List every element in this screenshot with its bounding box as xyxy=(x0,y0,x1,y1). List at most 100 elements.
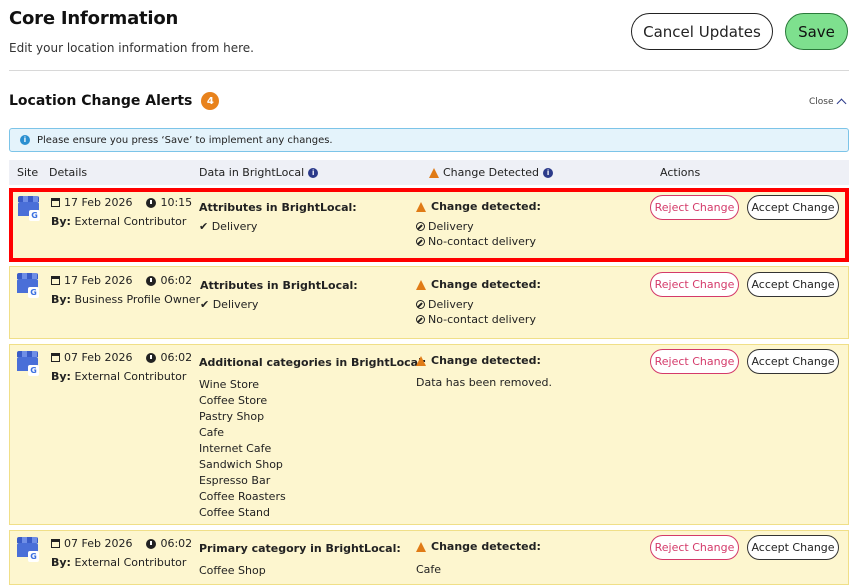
data-item: Coffee Stand xyxy=(199,506,271,519)
alerts-title: Location Change Alerts xyxy=(9,93,193,109)
row-data: Attributes in BrightLocal: ✔ Delivery xyxy=(200,279,358,313)
warning-icon xyxy=(416,355,426,366)
data-item: ✔ Delivery xyxy=(200,298,259,311)
row-data: Primary category in BrightLocal: Coffee … xyxy=(199,542,401,577)
change-heading: Change detected: xyxy=(431,200,541,213)
save-button[interactable]: Save xyxy=(785,13,848,50)
accept-change-button[interactable]: Accept Change xyxy=(747,195,839,220)
row-author: External Contributor xyxy=(74,556,187,569)
data-item: Coffee Store xyxy=(199,394,268,407)
col-change: Change Detected i xyxy=(429,166,554,179)
change-heading: Change detected: xyxy=(431,354,541,367)
row-time: 06:02 xyxy=(160,351,193,364)
row-date: 07 Feb 2026 xyxy=(64,537,133,550)
row-author: External Contributor xyxy=(74,215,187,228)
info-icon[interactable]: i xyxy=(308,167,319,178)
data-item: Internet Cafe xyxy=(199,442,272,455)
row-author: External Contributor xyxy=(74,370,187,383)
row-date: 07 Feb 2026 xyxy=(64,351,133,364)
reject-change-button[interactable]: Reject Change xyxy=(650,195,739,220)
reject-change-button[interactable]: Reject Change xyxy=(650,272,739,297)
data-heading: Additional categories in BrightLocal: xyxy=(199,356,427,369)
table-row: G 17 Feb 2026 06:02 By: Business Profile … xyxy=(9,266,849,339)
page-subtitle: Edit your location information from here… xyxy=(9,41,254,55)
row-time: 10:15 xyxy=(160,196,193,209)
info-icon[interactable]: i xyxy=(543,167,554,178)
table-row: G 07 Feb 2026 06:02 By: External Contribu… xyxy=(9,530,849,585)
info-text: Please ensure you press ‘Save’ to implem… xyxy=(37,134,333,146)
reject-change-button[interactable]: Reject Change xyxy=(650,349,739,374)
data-item: Espresso Bar xyxy=(199,474,271,487)
by-label: By: xyxy=(51,370,71,383)
data-item: Sandwich Shop xyxy=(199,458,283,471)
divider xyxy=(9,70,849,71)
row-date: 17 Feb 2026 xyxy=(64,274,133,287)
calendar-icon xyxy=(51,539,60,548)
google-business-icon: G xyxy=(17,537,39,562)
row-meta: 17 Feb 2026 10:15 By: External Contributo… xyxy=(51,196,192,228)
clock-icon xyxy=(146,538,157,549)
data-item: Wine Store xyxy=(199,378,260,391)
google-business-icon: G xyxy=(17,273,39,298)
data-item: Coffee Roasters xyxy=(199,490,286,503)
table-row: G 17 Feb 2026 10:15 By: External Contribu… xyxy=(9,188,849,262)
row-time: 06:02 xyxy=(160,537,193,550)
page-header: Core Information Edit your location info… xyxy=(9,8,254,55)
page-title: Core Information xyxy=(9,8,179,29)
info-banner: i Please ensure you press ‘Save’ to impl… xyxy=(9,128,849,152)
data-heading: Primary category in BrightLocal: xyxy=(199,542,401,555)
warning-icon xyxy=(416,279,426,290)
alerts-header: Location Change Alerts 4 xyxy=(9,92,220,110)
close-alerts-toggle[interactable]: Close xyxy=(809,96,846,109)
chevron-up-icon xyxy=(836,98,846,109)
data-item: Coffee Shop xyxy=(199,564,266,577)
warning-icon xyxy=(416,541,426,552)
blocked-icon xyxy=(416,237,425,246)
row-meta: 07 Feb 2026 06:02 By: External Contributo… xyxy=(51,537,192,569)
by-label: By: xyxy=(51,293,71,306)
clock-icon xyxy=(146,197,157,208)
cancel-updates-button[interactable]: Cancel Updates xyxy=(631,13,773,50)
warning-icon xyxy=(416,201,426,212)
row-data: Additional categories in BrightLocal: Wi… xyxy=(199,356,426,521)
row-change: Change detected: Delivery No-contact del… xyxy=(416,278,541,327)
reject-change-button[interactable]: Reject Change xyxy=(650,535,739,560)
accept-change-button[interactable]: Accept Change xyxy=(747,535,839,560)
close-label: Close xyxy=(809,96,834,107)
col-details: Details xyxy=(49,166,88,179)
change-item: No-contact delivery xyxy=(428,235,536,248)
change-item: No-contact delivery xyxy=(428,313,536,326)
calendar-icon xyxy=(51,353,60,362)
row-meta: 17 Feb 2026 06:02 By: Business Profile Ow… xyxy=(51,274,200,306)
info-icon: i xyxy=(20,135,30,145)
row-data: Attributes in BrightLocal: ✔ Delivery xyxy=(199,201,357,235)
change-text: Data has been removed. xyxy=(416,376,552,389)
accept-change-button[interactable]: Accept Change xyxy=(747,349,839,374)
by-label: By: xyxy=(51,556,71,569)
data-item: ✔ Delivery xyxy=(199,220,258,233)
by-label: By: xyxy=(51,215,71,228)
calendar-icon xyxy=(51,198,60,207)
change-text: Cafe xyxy=(416,563,442,576)
change-heading: Change detected: xyxy=(431,540,541,553)
accept-change-button[interactable]: Accept Change xyxy=(747,272,839,297)
data-heading: Attributes in BrightLocal: xyxy=(199,201,357,214)
google-business-icon: G xyxy=(18,196,40,221)
row-author: Business Profile Owner xyxy=(74,293,201,306)
clock-icon xyxy=(146,352,157,363)
row-meta: 07 Feb 2026 06:02 By: External Contributo… xyxy=(51,351,192,383)
table-row: G 07 Feb 2026 06:02 By: External Contribu… xyxy=(9,344,849,525)
google-business-icon: G xyxy=(17,351,39,376)
blocked-icon xyxy=(416,315,425,324)
alerts-count-badge: 4 xyxy=(201,92,220,110)
data-item: Pastry Shop xyxy=(199,410,265,423)
row-time: 06:02 xyxy=(160,274,193,287)
row-change: Change detected: Data has been removed. xyxy=(416,354,552,389)
blocked-icon xyxy=(416,222,425,231)
col-site: Site xyxy=(17,166,39,179)
col-actions: Actions xyxy=(660,166,701,179)
change-heading: Change detected: xyxy=(431,278,541,291)
change-item: Delivery xyxy=(428,298,474,311)
table-header: Site Details Data in BrightLocal i Change… xyxy=(9,160,849,185)
blocked-icon xyxy=(416,300,425,309)
